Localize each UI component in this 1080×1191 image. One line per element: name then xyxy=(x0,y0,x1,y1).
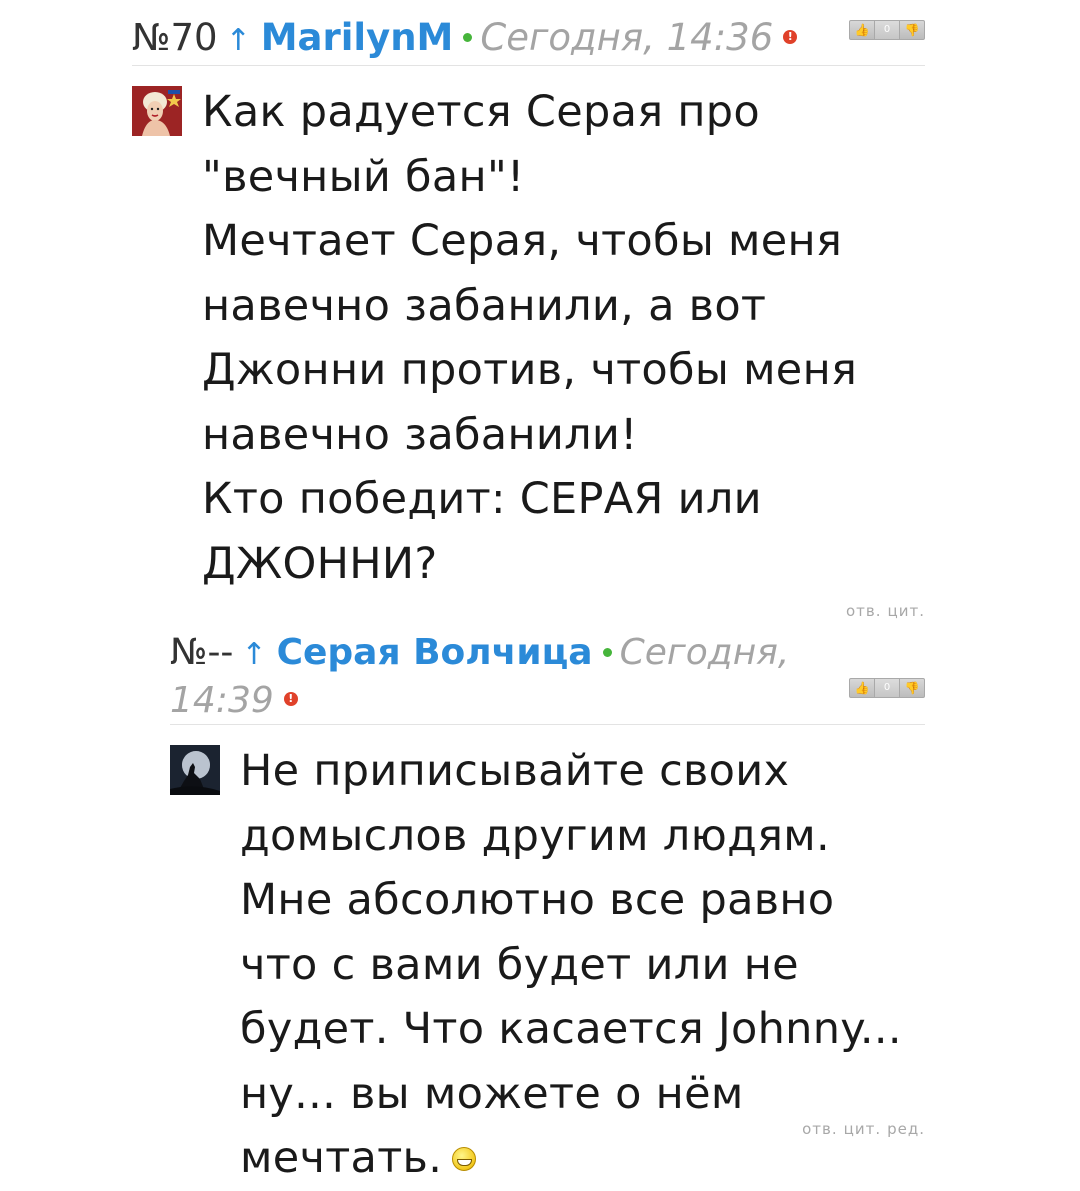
reply-link[interactable]: отв. xyxy=(846,602,882,620)
vote-count: 0 xyxy=(875,678,899,698)
comment-header: №70 ↑ MarilynM Сегодня, 14:36! 👍 0 👎 xyxy=(132,14,925,66)
vote-widget: 👍 0 👎 xyxy=(849,678,925,698)
thumbs-up-icon[interactable]: 👍 xyxy=(849,20,875,40)
thumbs-up-icon[interactable]: 👍 xyxy=(849,678,875,698)
comment-number: №70 xyxy=(132,16,218,59)
quote-link[interactable]: цит. xyxy=(888,602,925,620)
comment-author-link[interactable]: Серая Волчица xyxy=(277,632,593,673)
thumbs-down-icon[interactable]: 👎 xyxy=(899,678,925,698)
comment-text: Как радуется Серая про "вечный бан"! Меч… xyxy=(202,87,858,589)
vote-count: 0 xyxy=(875,20,899,40)
report-flag-icon[interactable]: ! xyxy=(283,692,298,706)
quote-link[interactable]: цит. xyxy=(844,1120,881,1138)
comment-text-content: Не приписывайте своих домыслов другим лю… xyxy=(240,746,902,1183)
comment-actions: отв. цит. ред. xyxy=(796,1120,925,1138)
online-status-icon xyxy=(463,33,473,42)
report-flag-icon[interactable]: ! xyxy=(783,29,798,44)
vote-widget: 👍 0 👎 xyxy=(849,20,925,40)
comment-header: №-- ↑ Серая Волчица Сегодня, 14:39! 👍 0 👎 xyxy=(170,630,925,725)
reply-link[interactable]: отв. xyxy=(802,1120,838,1138)
comment-body: Как радуется Серая про "вечный бан"! Меч… xyxy=(132,80,925,596)
parent-link-arrow[interactable]: ↑ xyxy=(226,23,251,58)
comment-author-link[interactable]: MarilynM xyxy=(261,16,454,59)
grin-emoji-icon xyxy=(452,1146,477,1171)
avatar[interactable] xyxy=(132,86,182,136)
comment-70: №70 ↑ MarilynM Сегодня, 14:36! 👍 0 👎 Как ра… xyxy=(132,14,925,620)
parent-link-arrow[interactable]: ↑ xyxy=(241,637,266,672)
thumbs-down-icon[interactable]: 👎 xyxy=(899,20,925,40)
comment-reply: №-- ↑ Серая Волчица Сегодня, 14:39! 👍 0 👎 Н… xyxy=(170,630,925,1191)
avatar[interactable] xyxy=(170,745,220,795)
comment-date: Сегодня, 14:36 xyxy=(480,16,774,59)
comment-number: №-- xyxy=(170,632,234,673)
comment-actions: отв. цит. xyxy=(132,602,925,620)
online-status-icon xyxy=(602,647,612,657)
edit-link[interactable]: ред. xyxy=(887,1120,925,1138)
